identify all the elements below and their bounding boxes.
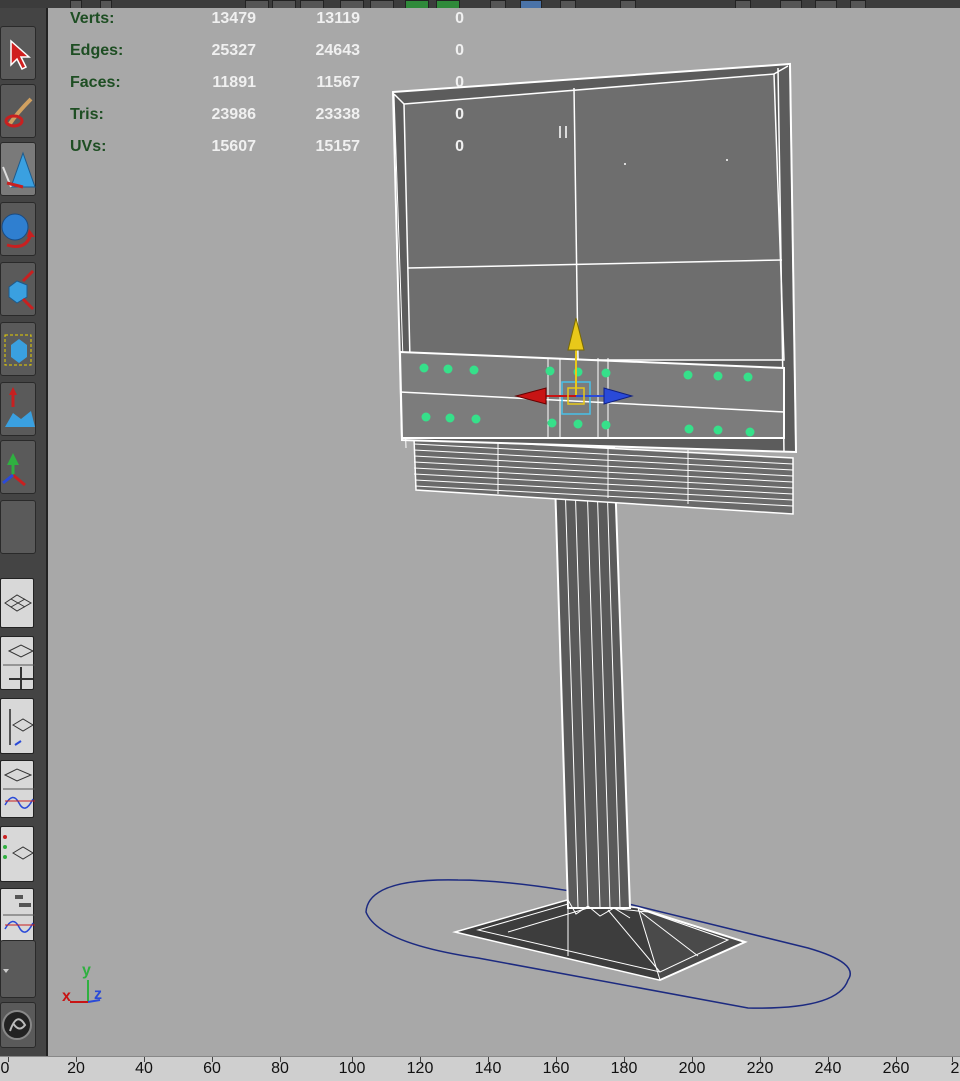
paint-select-tool[interactable] — [0, 26, 36, 80]
stand-pole[interactable] — [552, 447, 632, 919]
hud-label: UVs: — [70, 138, 107, 155]
axis-label-y: y — [82, 962, 91, 979]
rotate-tool-icon — [1, 213, 35, 248]
axis-label-x: x — [62, 988, 71, 1005]
scale-tool-icon — [8, 269, 35, 311]
hud-value: 15157 — [315, 138, 361, 155]
perspective-viewport[interactable]: Verts: 13479 13119 0 Edges: 25327 24643 … — [48, 8, 960, 1056]
tick-label: 220 — [746, 1060, 774, 1077]
tick-label: 200 — [678, 1060, 706, 1077]
layout-options-button[interactable] — [0, 940, 36, 998]
hud-value: 13479 — [211, 10, 257, 27]
axis-label-z: z — [94, 986, 102, 1003]
tick-label: 140 — [474, 1060, 502, 1077]
hud-value: 23986 — [211, 106, 257, 123]
rotate-tool[interactable] — [0, 202, 36, 256]
hud-value: 0 — [455, 10, 464, 27]
hud-label: Faces: — [70, 74, 121, 91]
tick-label: 100 — [338, 1060, 366, 1077]
hud-value: 24643 — [315, 42, 361, 59]
four-view-layout[interactable] — [0, 636, 35, 690]
hud-row-faces: Faces: 11891 11567 0 — [70, 74, 490, 104]
settings-button[interactable] — [0, 1002, 36, 1048]
hud-label: Tris: — [70, 106, 104, 123]
tick-label: 120 — [406, 1060, 434, 1077]
tick-label: 160 — [542, 1060, 570, 1077]
move-tool-icon — [2, 151, 36, 189]
view-axis-indicator: x y z — [60, 960, 120, 1020]
hud-value: 0 — [455, 106, 464, 123]
hud-row-verts: Verts: 13479 13119 0 — [70, 10, 490, 40]
tick-label: 240 — [814, 1060, 842, 1077]
persp-outliner-layout-icon — [9, 709, 34, 746]
select-tool-icon — [10, 39, 31, 71]
hud-value: 0 — [455, 74, 464, 91]
last-tool-icon — [1, 501, 37, 555]
soft-mod-icon — [5, 387, 35, 427]
hud-value: 25327 — [211, 42, 257, 59]
hud-value: 11891 — [212, 74, 256, 91]
single-perspective-layout-icon — [4, 594, 33, 612]
persp-graph-layout-icon — [3, 768, 35, 809]
hud-value: 13119 — [316, 10, 360, 27]
tick-label: 80 — [271, 1060, 289, 1077]
chevron-down-icon — [3, 969, 9, 973]
hud-label: Verts: — [70, 10, 115, 27]
tick-label: 260 — [882, 1060, 910, 1077]
time-slider[interactable]: 0 20 40 60 80 100 120 140 160 180 200 22… — [0, 1056, 960, 1081]
universal-manip-icon — [4, 334, 32, 366]
hud-label: Edges: — [70, 42, 124, 59]
soft-mod-tool[interactable] — [0, 382, 36, 436]
hud-value: 15607 — [211, 138, 257, 155]
universal-manip-tool[interactable] — [0, 322, 36, 376]
move-tool[interactable] — [0, 142, 36, 196]
hud-value: 0 — [455, 138, 464, 155]
hud-row-tris: Tris: 23986 23338 0 — [70, 106, 490, 136]
status-toolbar — [0, 0, 960, 9]
persp-graph-layout[interactable] — [0, 760, 35, 818]
hud-value: 11567 — [316, 74, 360, 91]
hud-value: 0 — [455, 42, 464, 59]
last-tool[interactable] — [0, 500, 36, 554]
tick-label: 0 — [0, 1060, 10, 1077]
scale-tool[interactable] — [0, 262, 36, 316]
show-manip-tool[interactable] — [0, 440, 36, 494]
tick-label: 60 — [203, 1060, 221, 1077]
tick-label: 20 — [67, 1060, 85, 1077]
hud-row-uvs: UVs: 15607 15157 0 — [70, 138, 490, 168]
persp-outliner-layout[interactable] — [0, 698, 34, 754]
hud-value: 23338 — [315, 106, 361, 123]
lasso-tool[interactable] — [0, 84, 36, 138]
hud-row-edges: Edges: 25327 24643 0 — [70, 42, 490, 72]
tick-label: 2 — [950, 1060, 960, 1077]
single-perspective-layout[interactable] — [0, 578, 34, 628]
tick-label: 40 — [135, 1060, 153, 1077]
stand-base[interactable] — [452, 898, 748, 982]
settings-icon — [2, 1010, 32, 1040]
persp-graph-outliner-layout-icon — [3, 895, 35, 933]
toolbox — [0, 8, 48, 1056]
hypershade-layout-icon — [3, 835, 34, 860]
persp-graph-outliner-layout[interactable] — [0, 888, 35, 942]
four-view-layout-icon — [3, 644, 35, 689]
tick-label: 180 — [610, 1060, 638, 1077]
show-manip-icon — [2, 453, 26, 487]
paint-select-icon — [4, 97, 33, 128]
hypershade-layout[interactable] — [0, 826, 34, 882]
